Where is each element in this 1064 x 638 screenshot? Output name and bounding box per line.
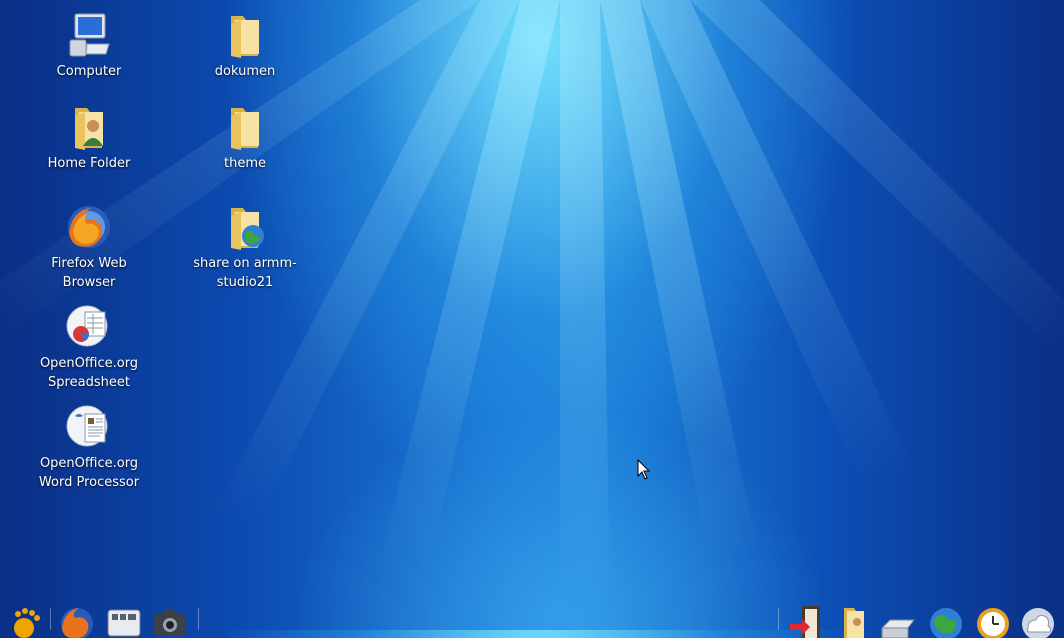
desktop-icon-word-processor[interactable]: OpenOffice.org Word Processor — [19, 397, 159, 492]
wallpaper-rays — [0, 0, 1064, 600]
desktop-icon-label: Firefox Web Browser — [51, 256, 127, 290]
clock-icon[interactable] — [975, 604, 1011, 638]
bottom-panel — [0, 606, 1064, 638]
computer-icon — [69, 13, 110, 57]
desktop-icon-dokumen[interactable]: dokumen — [175, 5, 315, 81]
firefox-launcher-icon[interactable] — [59, 604, 95, 638]
panel-separator — [50, 608, 51, 630]
word-processor-icon — [66, 405, 108, 447]
home-folder-icon — [75, 108, 103, 150]
keyboard-launcher-icon[interactable] — [106, 604, 142, 638]
desktop-icon-label: Home Folder — [47, 156, 131, 171]
desktop-icon-label: share on armm-studio21 — [193, 256, 297, 290]
gnome-menu-icon[interactable] — [6, 604, 42, 638]
weather-icon[interactable] — [1020, 604, 1056, 638]
desktop-icon-label: theme — [224, 156, 266, 171]
camera-launcher-icon[interactable] — [152, 604, 188, 638]
network-share-icon — [231, 208, 264, 250]
firefox-icon — [68, 206, 110, 248]
desktop-icon-spreadsheet[interactable]: OpenOffice.org Spreadsheet — [19, 297, 159, 392]
mouse-pointer-icon — [637, 459, 651, 480]
home-folder-tray-icon[interactable] — [836, 604, 872, 638]
spreadsheet-icon — [66, 305, 108, 347]
desktop-icon-firefox[interactable]: Firefox Web Browser — [19, 197, 159, 292]
desktop[interactable]: { "desktop": { "icons": [ {"label": "Com… — [0, 0, 1064, 638]
logout-icon[interactable] — [788, 604, 824, 638]
desktop-icon-theme[interactable]: theme — [175, 97, 315, 173]
desktop-icon-label: dokumen — [214, 64, 276, 79]
scanner-icon[interactable] — [880, 604, 916, 638]
panel-separator — [198, 608, 199, 630]
desktop-icon-label: OpenOffice.org Spreadsheet — [39, 356, 139, 390]
globe-icon[interactable] — [928, 604, 964, 638]
desktop-icon-home-folder[interactable]: Home Folder — [19, 97, 159, 173]
folder-icon — [231, 108, 259, 150]
desktop-icon-network-share[interactable]: share on armm-studio21 — [175, 197, 315, 292]
desktop-icon-computer[interactable]: Computer — [19, 5, 159, 81]
folder-icon — [231, 16, 259, 58]
desktop-icon-label: Computer — [56, 64, 122, 79]
desktop-icon-label: OpenOffice.org Word Processor — [38, 456, 140, 490]
panel-separator — [778, 608, 779, 630]
